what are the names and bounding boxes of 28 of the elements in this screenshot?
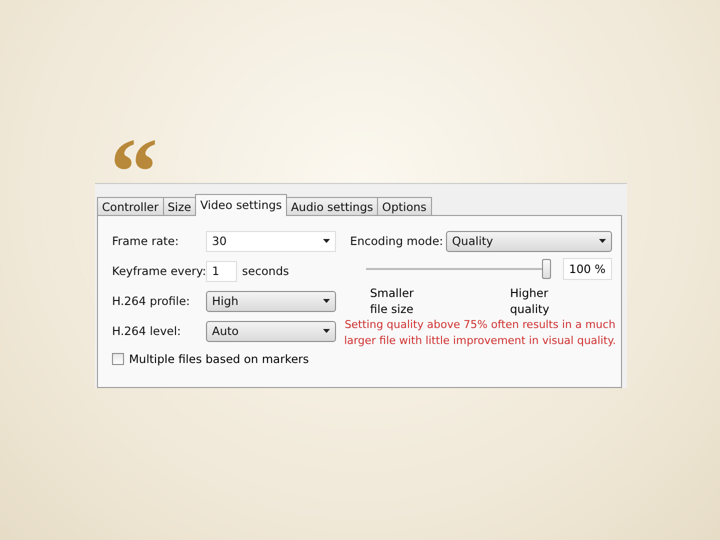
dropdown-arrow-icon	[323, 299, 330, 303]
unit-label: seconds	[242, 264, 290, 278]
checkbox[interactable]	[112, 353, 124, 365]
dropdown-arrow-icon	[599, 239, 606, 243]
tab[interactable]: Controller	[97, 197, 164, 216]
tab[interactable]: Audio settings	[286, 197, 378, 216]
tab[interactable]: Options	[377, 197, 432, 216]
input-field[interactable]: 1	[206, 260, 237, 282]
quote-mark: “	[110, 118, 158, 183]
dropdown[interactable]: 30	[206, 230, 336, 252]
dropdown[interactable]: High	[206, 290, 336, 312]
slider-min-label: Smaller file size	[370, 285, 415, 317]
warning-text: Setting quality above 75% often results in a much larger file with little improvement in visual quality.	[344, 317, 616, 349]
field-label: Frame rate:	[112, 234, 180, 248]
checkbox-row[interactable]: Multiple files based on markers	[112, 352, 336, 366]
input-field[interactable]: 100 %	[563, 258, 612, 280]
dropdown[interactable]: Auto	[206, 320, 336, 342]
dropdown-arrow-icon	[323, 329, 330, 333]
field-label: Encoding mode:	[350, 234, 444, 248]
field-label: H.264 profile:	[112, 294, 191, 308]
dropdown-arrow-icon	[323, 239, 330, 243]
tab[interactable]: Video settings	[195, 194, 287, 216]
slider-thumb[interactable]	[542, 259, 551, 279]
field-label: Keyframe every:	[112, 264, 206, 278]
tab[interactable]: Size	[162, 197, 196, 216]
dropdown[interactable]: Quality	[446, 230, 612, 252]
slider-max-label: Higher quality	[510, 285, 550, 317]
field-label: H.264 level:	[112, 324, 182, 338]
